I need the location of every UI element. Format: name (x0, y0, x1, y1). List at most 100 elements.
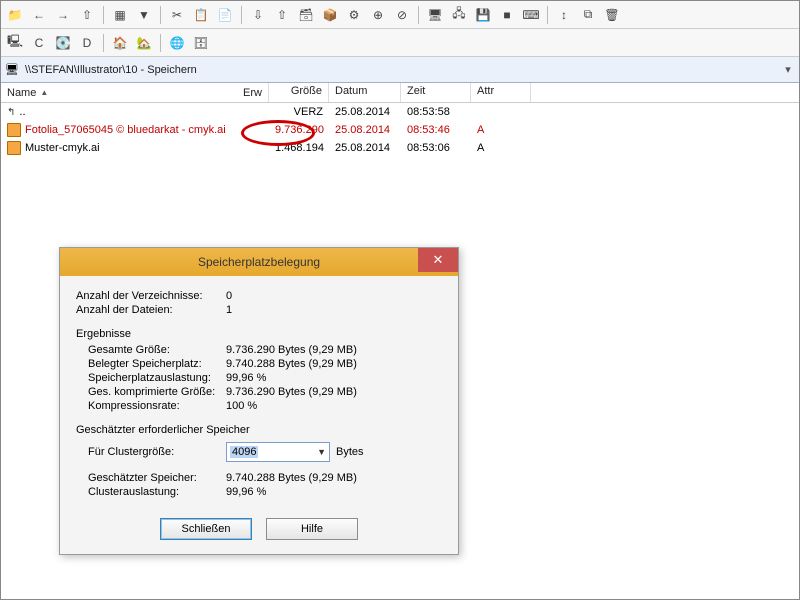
file-time: 08:53:58 (401, 106, 471, 118)
file-date: 25.08.2014 (329, 106, 401, 118)
file-row[interactable]: Fotolia_57065045 © bluedarkat - cmyk.ai 9… (1, 121, 799, 139)
label-cluster-size: Für Clustergröße: (88, 446, 220, 458)
file-date: 25.08.2014 (329, 124, 401, 136)
label-compressed: Ges. komprimierte Größe: (88, 386, 226, 398)
toolbar-main: 📁←→⇧▦▼✂📋📄⇩⇧🗃📦⚙⊕⊘🖥🖧💾■⌨↕⧉🗑 (1, 1, 799, 29)
section-results: Ergebnisse (76, 328, 442, 340)
toolbar-button[interactable]: 🏠 (110, 33, 130, 53)
toolbar-button[interactable]: ↕ (554, 5, 574, 25)
label-dir-count: Anzahl der Verzeichnisse: (76, 290, 226, 302)
close-button[interactable]: ✕ (418, 248, 458, 272)
toolbar-button[interactable]: ▼ (134, 5, 154, 25)
file-icon (7, 123, 21, 137)
label-file-count: Anzahl der Dateien: (76, 304, 226, 316)
toolbar-button[interactable]: 🏡 (134, 33, 154, 53)
file-row[interactable]: ↰.. VERZ25.08.201408:53:58 (1, 103, 799, 121)
toolbar-separator (547, 6, 548, 24)
file-name: Fotolia_57065045 © bluedarkat - cmyk.ai (25, 124, 226, 136)
column-headers: Name ▲ Erw Größe Datum Zeit Attr (1, 83, 799, 103)
file-time: 08:53:06 (401, 142, 471, 154)
toolbar-separator (103, 6, 104, 24)
value-file-count: 1 (226, 304, 442, 316)
toolbar-button[interactable]: ⌨ (521, 5, 541, 25)
header-time[interactable]: Zeit (401, 83, 471, 102)
toolbar-button[interactable]: ⧉ (578, 5, 598, 25)
close-dialog-button[interactable]: Schließen (160, 518, 252, 540)
toolbar-button[interactable]: ▦ (110, 5, 130, 25)
value-ratio: 100 % (226, 400, 442, 412)
label-total-size: Gesamte Größe: (88, 344, 226, 356)
file-name: .. (19, 106, 25, 118)
toolbar-drives: 🖳C💽D 🏠🏡 🌐🗄 (1, 29, 799, 57)
toolbar-button[interactable]: D (77, 33, 97, 53)
toolbar-button[interactable]: 🖧 (449, 5, 469, 25)
value-used-space: 9.740.288 Bytes (9,29 MB) (226, 358, 442, 370)
toolbar-button[interactable]: 🗃 (296, 5, 316, 25)
toolbar-button[interactable]: 🗄 (191, 33, 211, 53)
label-usage: Speicherplatzauslastung: (88, 372, 226, 384)
toolbar-button[interactable]: 📦 (320, 5, 340, 25)
dialog-title-text: Speicherplatzbelegung (198, 255, 320, 269)
computer-icon: 🖥 (5, 63, 19, 76)
help-button[interactable]: Hilfe (266, 518, 358, 540)
path-text[interactable]: \\STEFAN\Illustrator\10 - Speichern (25, 64, 775, 76)
file-size: 1.468.194 (269, 142, 329, 154)
value-total-size: 9.736.290 Bytes (9,29 MB) (226, 344, 442, 356)
toolbar-button[interactable]: ⚙ (344, 5, 364, 25)
file-row[interactable]: Muster-cmyk.ai 1.468.19425.08.201408:53:0… (1, 139, 799, 157)
value-usage: 99,96 % (226, 372, 442, 384)
toolbar-button[interactable]: ⇩ (248, 5, 268, 25)
file-date: 25.08.2014 (329, 142, 401, 154)
toolbar-button[interactable]: ⇧ (272, 5, 292, 25)
cluster-unit: Bytes (336, 446, 364, 458)
disk-usage-dialog: Speicherplatzbelegung ✕ Anzahl der Verze… (59, 247, 459, 555)
toolbar-button[interactable]: 🖳 (5, 33, 25, 53)
file-list: ↰..VERZ25.08.201408:53:58Fotolia_5706504… (1, 103, 799, 157)
toolbar-button[interactable]: ■ (497, 5, 517, 25)
dialog-titlebar[interactable]: Speicherplatzbelegung ✕ (60, 248, 458, 276)
toolbar-button[interactable]: 📁 (5, 5, 25, 25)
cluster-size-select[interactable]: 4096 ▼ (226, 442, 330, 462)
toolbar-button[interactable]: ✂ (167, 5, 187, 25)
toolbar-button[interactable]: C (29, 33, 49, 53)
toolbar-button[interactable]: 📋 (191, 5, 211, 25)
toolbar-button[interactable]: → (53, 5, 73, 25)
toolbar-separator (241, 6, 242, 24)
file-size: VERZ (269, 106, 329, 118)
file-attr: A (471, 124, 531, 136)
chevron-down-icon: ▼ (317, 447, 326, 457)
toolbar-separator (160, 34, 161, 52)
header-attr[interactable]: Attr (471, 83, 531, 102)
toolbar-button[interactable]: 💽 (53, 33, 73, 53)
header-name[interactable]: Name ▲ Erw (1, 83, 269, 102)
path-dropdown[interactable]: ▾ (781, 63, 795, 76)
file-attr: A (471, 142, 531, 154)
label-cluster-usage: Clusterauslastung: (88, 486, 226, 498)
toolbar-button[interactable]: ⊘ (392, 5, 412, 25)
value-est-space: 9.740.288 Bytes (9,29 MB) (226, 472, 442, 484)
path-bar: 🖥 \\STEFAN\Illustrator\10 - Speichern ▾ (1, 57, 799, 83)
close-icon: ✕ (433, 252, 444, 268)
toolbar-separator (160, 6, 161, 24)
section-estimate: Geschätzter erforderlicher Speicher (76, 424, 442, 436)
toolbar-button[interactable]: ⇧ (77, 5, 97, 25)
file-size: 9.736.290 (269, 124, 329, 136)
toolbar-button[interactable]: ⊕ (368, 5, 388, 25)
toolbar-button[interactable]: 🖥 (425, 5, 445, 25)
label-ratio: Kompressionsrate: (88, 400, 226, 412)
label-est-space: Geschätzter Speicher: (88, 472, 226, 484)
header-date[interactable]: Datum (329, 83, 401, 102)
parent-dir-icon: ↰ (7, 107, 15, 118)
toolbar-button[interactable]: 💾 (473, 5, 493, 25)
toolbar-separator (103, 34, 104, 52)
toolbar-button[interactable]: 🌐 (167, 33, 187, 53)
file-time: 08:53:46 (401, 124, 471, 136)
toolbar-button[interactable]: 🗑 (602, 5, 622, 25)
header-size[interactable]: Größe (269, 83, 329, 102)
file-icon (7, 141, 21, 155)
sort-caret-icon: ▲ (40, 88, 48, 97)
value-dir-count: 0 (226, 290, 442, 302)
toolbar-button[interactable]: ← (29, 5, 49, 25)
file-name: Muster-cmyk.ai (25, 142, 100, 154)
toolbar-button[interactable]: 📄 (215, 5, 235, 25)
